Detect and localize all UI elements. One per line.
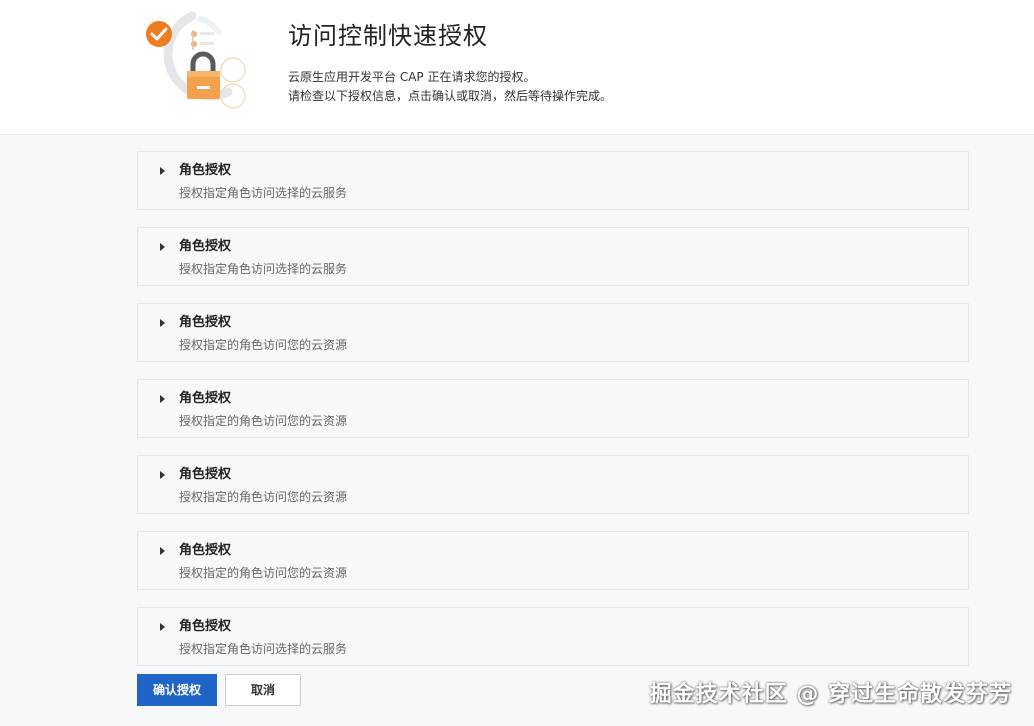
card-title: 角色授权	[179, 391, 232, 406]
authorization-list: 角色授权 授权指定角色访问选择的云服务 角色授权 授权指定角色访问选择的云服务 …	[137, 151, 969, 683]
expand-caret-icon[interactable]	[160, 623, 165, 631]
expand-caret-icon[interactable]	[160, 319, 165, 327]
authorization-card[interactable]: 角色授权 授权指定的角色访问您的云资源	[137, 303, 969, 362]
card-subtitle: 授权指定的角色访问您的云资源	[179, 566, 348, 580]
page-header: 访问控制快速授权 云原生应用开发平台 CAP 正在请求您的授权。 请检查以下授权…	[0, 0, 1034, 135]
authorization-card[interactable]: 角色授权 授权指定角色访问选择的云服务	[137, 227, 969, 286]
card-title: 角色授权	[179, 239, 232, 254]
authorization-card[interactable]: 角色授权 授权指定角色访问选择的云服务	[137, 151, 969, 210]
expand-caret-icon[interactable]	[160, 243, 165, 251]
expand-caret-icon[interactable]	[160, 167, 165, 175]
cancel-button[interactable]: 取消	[225, 674, 301, 706]
description-line-1: 云原生应用开发平台 CAP 正在请求您的授权。	[288, 70, 536, 84]
authorization-lock-illustration	[146, 11, 246, 109]
card-title: 角色授权	[179, 163, 232, 178]
card-title: 角色授权	[179, 467, 232, 482]
authorization-page: 访问控制快速授权 云原生应用开发平台 CAP 正在请求您的授权。 请检查以下授权…	[0, 0, 1034, 726]
card-subtitle: 授权指定的角色访问您的云资源	[179, 490, 348, 504]
card-subtitle: 授权指定的角色访问您的云资源	[179, 414, 348, 428]
confirm-authorization-button[interactable]: 确认授权	[137, 674, 217, 706]
authorization-card[interactable]: 角色授权 授权指定角色访问选择的云服务	[137, 607, 969, 666]
expand-caret-icon[interactable]	[160, 547, 165, 555]
card-subtitle: 授权指定的角色访问您的云资源	[179, 338, 348, 352]
card-subtitle: 授权指定角色访问选择的云服务	[179, 262, 348, 276]
page-title: 访问控制快速授权	[288, 22, 488, 50]
authorization-card[interactable]: 角色授权 授权指定的角色访问您的云资源	[137, 379, 969, 438]
page-description: 云原生应用开发平台 CAP 正在请求您的授权。 请检查以下授权信息，点击确认或取…	[288, 68, 612, 106]
card-subtitle: 授权指定角色访问选择的云服务	[179, 186, 348, 200]
authorization-card[interactable]: 角色授权 授权指定的角色访问您的云资源	[137, 455, 969, 514]
card-title: 角色授权	[179, 315, 232, 330]
expand-caret-icon[interactable]	[160, 395, 165, 403]
card-title: 角色授权	[179, 543, 232, 558]
card-title: 角色授权	[179, 619, 232, 634]
watermark-text: 掘金技术社区 @ 穿过生命散发芬芳	[649, 682, 1012, 707]
description-line-2: 请检查以下授权信息，点击确认或取消，然后等待操作完成。	[288, 89, 613, 103]
card-subtitle: 授权指定角色访问选择的云服务	[179, 642, 348, 656]
authorization-card[interactable]: 角色授权 授权指定的角色访问您的云资源	[137, 531, 969, 590]
expand-caret-icon[interactable]	[160, 471, 165, 479]
